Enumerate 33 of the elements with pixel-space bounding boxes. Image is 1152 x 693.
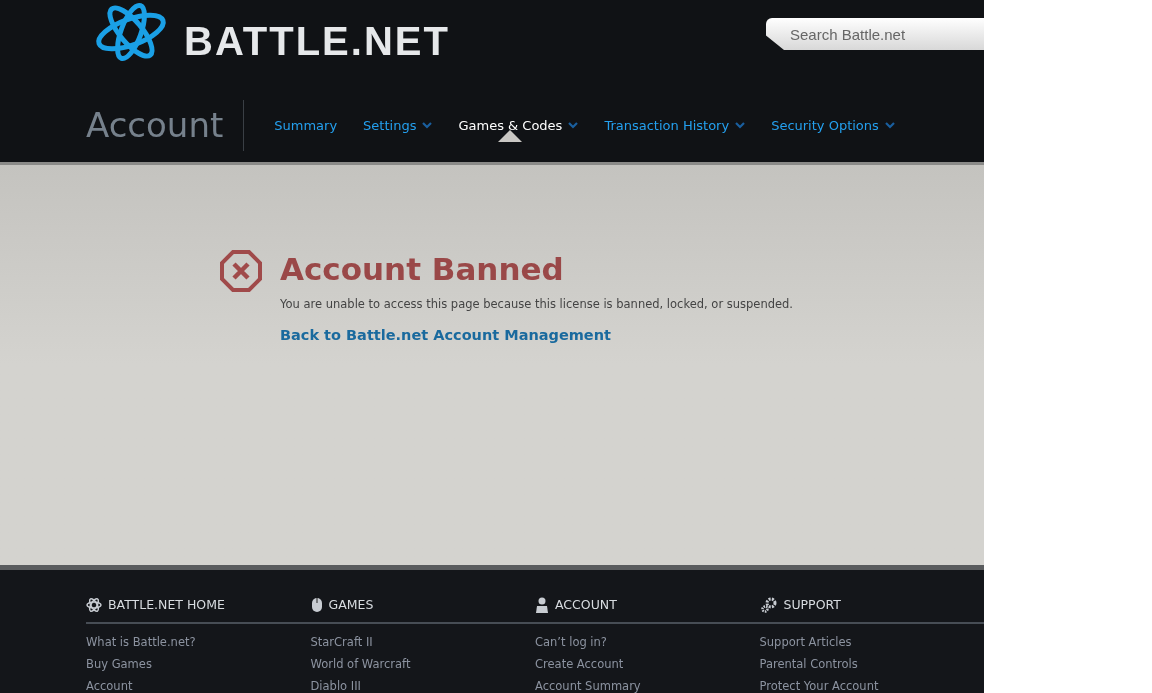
footer-link[interactable]: What is Battle.net?: [86, 633, 311, 651]
footer-link[interactable]: StarCraft II: [310, 633, 535, 651]
footer-link[interactable]: Can’t log in?: [535, 633, 760, 651]
error-x-icon: [220, 250, 262, 292]
footer-link[interactable]: Parental Controls: [759, 655, 984, 673]
footer-link[interactable]: Protect Your Account: [759, 677, 984, 693]
footer-link[interactable]: Account Summary: [535, 677, 760, 693]
logo-wordmark: BATTLE.NET: [184, 18, 450, 65]
footer-heading: ACCOUNT: [555, 596, 617, 614]
footer-link[interactable]: Diablo III: [310, 677, 535, 693]
nav-tab[interactable]: Games & Codes: [458, 107, 579, 144]
nav-tab[interactable]: Security Options: [771, 107, 895, 144]
footer-link[interactable]: Account: [86, 677, 311, 693]
selected-pointer-icon: [498, 129, 523, 142]
starburst-icon: [86, 597, 102, 614]
footer-heading: GAMES: [328, 596, 374, 614]
footer-link[interactable]: World of Warcraft: [310, 655, 535, 673]
nav-tab[interactable]: Summary: [274, 107, 338, 144]
section-title: Account: [86, 100, 245, 151]
footer-link[interactable]: Buy Games: [86, 655, 311, 673]
gears-icon: [759, 597, 778, 614]
person-icon: [535, 597, 549, 614]
error-title: Account Banned: [280, 250, 565, 289]
footer-heading: BATTLE.NET HOME: [108, 596, 225, 614]
nav-tab[interactable]: Transaction History: [604, 107, 746, 144]
footer-link[interactable]: Create Account: [535, 655, 760, 673]
mouse-icon: [310, 597, 323, 614]
back-link[interactable]: Back to Battle.net Account Management: [280, 325, 794, 347]
footer-heading: SUPPORT: [783, 596, 841, 614]
error-message: You are unable to access this page because this license is banned, locked, or suspended.: [280, 296, 794, 313]
search-field[interactable]: Search Battle.net: [766, 18, 984, 50]
nav-tab[interactable]: Settings: [363, 107, 433, 144]
footer-link[interactable]: Support Articles: [759, 633, 984, 651]
